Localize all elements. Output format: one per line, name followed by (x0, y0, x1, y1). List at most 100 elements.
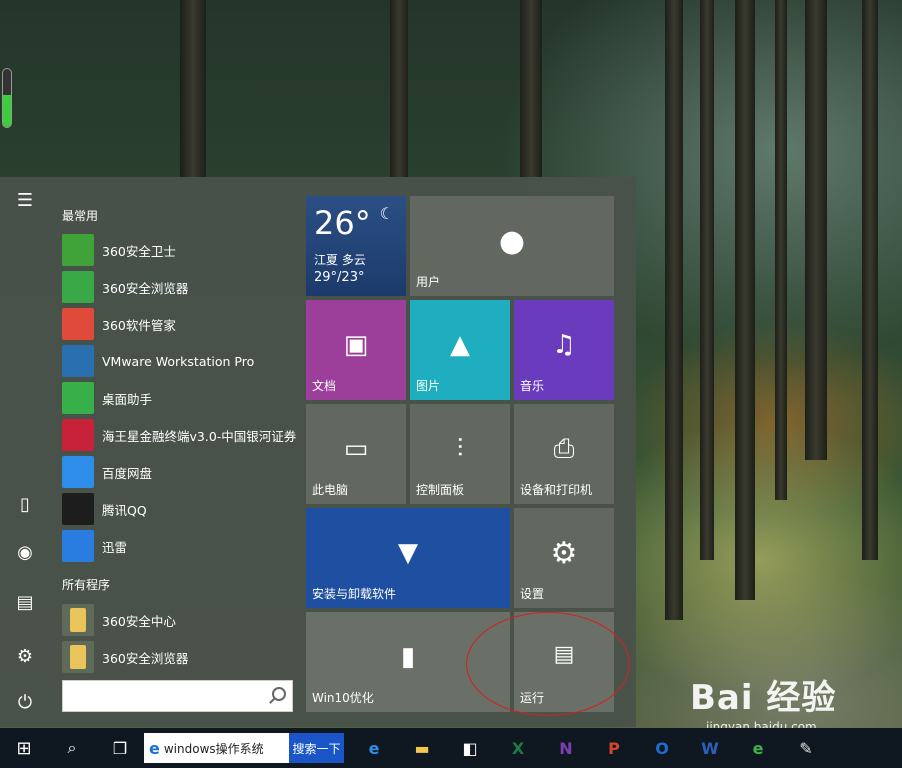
moon-cloud-icon: ☾ (379, 204, 394, 223)
task-view-icon[interactable]: ❒ (100, 728, 140, 768)
taskbar-search-button[interactable]: 搜索一下 (289, 733, 344, 763)
tree-trunk (665, 0, 683, 620)
devices-printers-tile-label: 设备和打印机 (520, 483, 593, 497)
control-panel-tile-label: 控制面板 (416, 483, 465, 497)
folder-glyph (70, 608, 86, 632)
tree-trunk (775, 0, 787, 500)
control-panel-tile[interactable]: ⫶ 控制面板 (410, 404, 510, 504)
qq-icon (62, 493, 94, 525)
tree-trunk (700, 0, 714, 560)
settings-tile-label: 设置 (520, 587, 545, 601)
all-programs-item-label: 360安全中心 (102, 613, 176, 629)
user-icon[interactable]: ◉ (8, 537, 42, 567)
music-tile[interactable]: ♫ 音乐 (514, 300, 614, 400)
tree-trunk (862, 0, 878, 560)
taskbar: ⊞ ⌕ ❒ e windows操作系统 搜索一下 e ▬ ◧ X N P O We ✎ (0, 728, 902, 768)
360-browser-icon (62, 271, 94, 303)
tablet-mode-icon[interactable]: ▯ (8, 489, 42, 519)
devices-printers-tile[interactable]: ⎙ 设备和打印机 (514, 404, 614, 504)
app-list-item[interactable]: VMware Workstation Pro (62, 344, 298, 378)
picture-icon: ▲ (450, 330, 470, 360)
outlook-icon[interactable]: O (644, 728, 680, 768)
run-tile-highlight (466, 612, 630, 716)
pictures-tile[interactable]: ▲ 图片 (410, 300, 510, 400)
all-programs-item[interactable]: 360安全浏览器 (62, 640, 298, 674)
start-search-box[interactable] (62, 680, 293, 712)
search-icon[interactable]: ⌕ (52, 728, 92, 768)
power-icon[interactable]: ⏻ (8, 687, 42, 717)
user-tile[interactable]: ● 用户 (410, 196, 614, 296)
settings-icon[interactable]: ⚙ (8, 641, 42, 671)
app-list-item[interactable]: 360软件管家 (62, 307, 298, 341)
thunder-icon (62, 530, 94, 562)
pictures-tile-label: 图片 (416, 379, 441, 393)
app-list-item-label: 迅雷 (102, 539, 128, 555)
start-button[interactable]: ⊞ (0, 728, 48, 768)
watermark-brand: Bai 经验 (690, 678, 837, 718)
360-browser-icon[interactable]: e (740, 728, 776, 768)
tree-trunk (180, 0, 206, 177)
file-explorer-icon[interactable]: ▤ (8, 587, 42, 617)
app-list-item[interactable]: 迅雷 (62, 529, 298, 563)
app-list-item[interactable]: 360安全卫士 (62, 233, 298, 267)
tree-trunk (390, 0, 408, 177)
vmware-icon (62, 345, 94, 377)
user-tile-label: 用户 (416, 275, 441, 289)
app-list-item[interactable]: 桌面助手 (62, 381, 298, 415)
sliders-icon: ⫶ (456, 434, 464, 464)
app-list-item-label: 360软件管家 (102, 317, 176, 333)
most-used-heading: 最常用 (62, 209, 99, 223)
install-uninstall-tile-label: 安装与卸载软件 (312, 587, 397, 601)
excel-icon[interactable]: X (500, 728, 536, 768)
file-explorer-icon[interactable]: ▬ (404, 728, 440, 768)
app-list-item-label: VMware Workstation Pro (102, 353, 255, 369)
install-uninstall-tile[interactable]: ▼ 安装与卸载软件 (306, 508, 510, 608)
edge-icon[interactable]: e (356, 728, 392, 768)
app-list-item[interactable]: 海王星金融终端v3.0-中国银河证券 (62, 418, 298, 452)
volume-meter (2, 68, 12, 128)
app-list-item-label: 360安全卫士 (102, 243, 176, 259)
start-left-rail: ☰ ▯ ◉ ▤ ⚙ ⏻ (0, 177, 50, 727)
win10-optimize-tile-label: Win10优化 (312, 691, 374, 705)
app-list-item-label: 桌面助手 (102, 391, 153, 407)
weather-location: 江夏 多云 (314, 253, 366, 267)
gear-icon: ⚙ (550, 536, 578, 571)
onenote-icon[interactable]: N (548, 728, 584, 768)
volume-meter-fill (3, 95, 11, 127)
tree-trunk (520, 0, 542, 177)
app-list-item-label: 海王星金融终端v3.0-中国银河证券 (102, 428, 297, 444)
tree-trunk (735, 0, 755, 600)
this-pc-tile-label: 此电脑 (312, 483, 349, 497)
paint-icon[interactable]: ✎ (788, 728, 824, 768)
powerpoint-icon[interactable]: P (596, 728, 632, 768)
documents-tile-label: 文档 (312, 379, 337, 393)
app-list-item-label: 百度网盘 (102, 465, 153, 481)
install-box-icon: ▼ (398, 538, 418, 568)
app-list-item[interactable]: 百度网盘 (62, 455, 298, 489)
ie-icon: e (149, 738, 160, 758)
app-list-item[interactable]: 腾讯QQ (62, 492, 298, 526)
weather-range: 29°/23° (314, 270, 365, 285)
monitor-icon: ▭ (343, 434, 369, 464)
360-software-manager-icon (62, 308, 94, 340)
this-pc-tile[interactable]: ▭ 此电脑 (306, 404, 406, 504)
documents-tile[interactable]: ▣ 文档 (306, 300, 406, 400)
store-icon[interactable]: ◧ (452, 728, 488, 768)
all-programs-item[interactable]: 360安全中心 (62, 603, 298, 637)
hamburger-menu-icon[interactable]: ☰ (8, 185, 42, 215)
app-list-item-label: 360安全浏览器 (102, 280, 189, 296)
desktop-assistant-icon (62, 382, 94, 414)
address-text: windows操作系统 (163, 741, 264, 756)
folder-glyph (70, 645, 86, 669)
printer-icon: ⎙ (553, 434, 575, 464)
app-list: 最常用 360安全卫士 360安全浏览器 360软件管家 VMware Worksta… (50, 177, 300, 727)
taskbar-address-bar[interactable]: e windows操作系统 (144, 733, 289, 763)
word-icon[interactable]: W (692, 728, 728, 768)
app-list-item[interactable]: 360安全浏览器 (62, 270, 298, 304)
folder-icon (62, 641, 94, 673)
baidu-netdisk-icon (62, 456, 94, 488)
settings-tile[interactable]: ⚙ 设置 (514, 508, 614, 608)
weather-tile[interactable]: 26° ☾ 江夏 多云 29°/23° (306, 196, 406, 296)
person-icon: ● (498, 224, 526, 259)
all-programs-heading[interactable]: 所有程序 (62, 576, 110, 593)
